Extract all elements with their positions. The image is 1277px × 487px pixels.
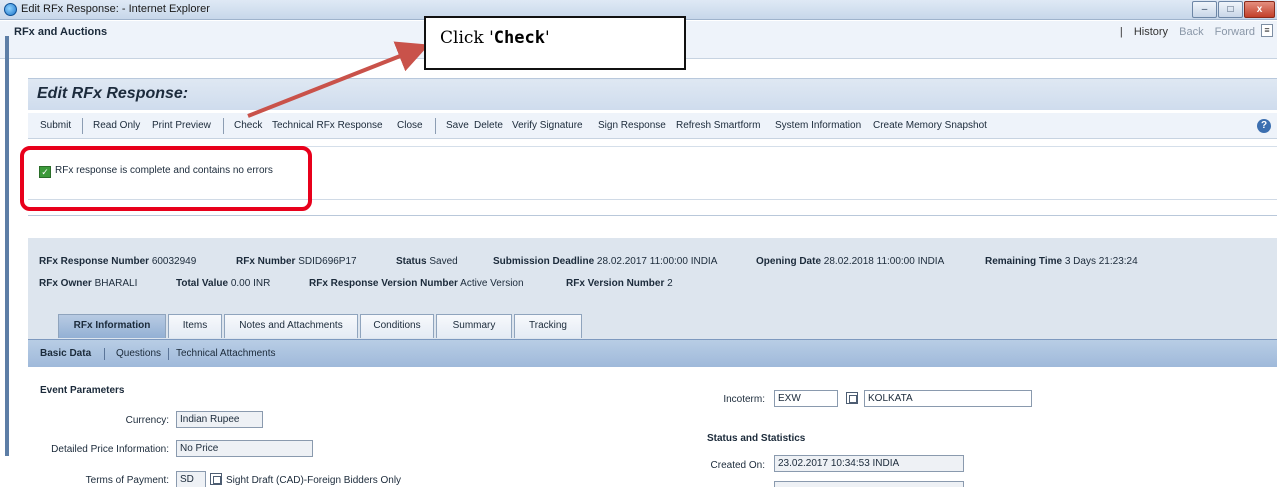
callout-text: Click 'Check' — [440, 28, 550, 48]
terms-of-payment-label: Terms of Payment: — [85, 475, 169, 486]
opening-date-label: Opening Date — [756, 256, 822, 267]
incoterm-label: Incoterm: — [723, 394, 765, 405]
internet-explorer-icon — [4, 3, 17, 16]
owner-info: RFx Owner BHARALI — [39, 278, 137, 289]
system-information-button[interactable]: System Information — [775, 120, 861, 131]
technical-rfx-response-button[interactable]: Technical RFx Response — [272, 120, 383, 131]
close-window-button[interactable]: x — [1244, 1, 1275, 18]
total-value-info: Total Value 0.00 INR — [176, 278, 270, 289]
remaining-time-label: Remaining Time — [985, 256, 1063, 267]
toolbar: Submit Read Only Print Preview Check Tec… — [28, 113, 1277, 139]
response-number-label: RFx Response Number — [39, 256, 150, 267]
message-highlight-outline — [20, 146, 312, 211]
page-title: Edit RFx Response: — [37, 85, 189, 102]
check-button[interactable]: Check — [234, 120, 262, 131]
version-number-label: RFx Response Version Number — [309, 278, 458, 289]
incoterm-field[interactable]: EXW — [774, 390, 838, 407]
submit-button[interactable]: Submit — [40, 120, 71, 131]
help-icon[interactable]: ? — [1257, 119, 1271, 133]
tab-tracking[interactable]: Tracking — [514, 314, 582, 338]
subtab-questions[interactable]: Questions — [116, 348, 161, 359]
rfx-version-value: 2 — [667, 278, 673, 289]
response-header-info — [28, 238, 1277, 300]
basic-data-form — [28, 370, 1277, 487]
subtab-technical-attachments[interactable]: Technical Attachments — [176, 348, 276, 359]
subtab-separator — [104, 348, 105, 360]
currency-field[interactable]: Indian Rupee — [176, 411, 263, 428]
tab-items[interactable]: Items — [168, 314, 222, 338]
submission-deadline-value: 28.02.2017 11:00:00 INDIA — [596, 256, 718, 267]
callout-emphasis: Check — [493, 28, 545, 48]
maximize-button[interactable]: □ — [1218, 1, 1243, 18]
delete-button[interactable]: Delete — [474, 120, 503, 131]
left-edge-marker — [5, 36, 9, 456]
event-parameters-heading: Event Parameters — [40, 385, 125, 396]
sign-response-button[interactable]: Sign Response — [598, 120, 666, 131]
tab-conditions[interactable]: Conditions — [360, 314, 434, 338]
submission-deadline-info: Submission Deadline 28.02.2017 11:00:00 … — [493, 256, 717, 267]
page-title-band: Edit RFx Response: — [28, 78, 1277, 110]
window-title: Edit RFx Response: - Internet Explorer — [21, 3, 210, 15]
rfx-version-info: RFx Version Number 2 — [566, 278, 673, 289]
tab-summary[interactable]: Summary — [436, 314, 512, 338]
print-preview-button[interactable]: Print Preview — [152, 120, 211, 131]
created-on-label: Created On: — [710, 460, 765, 471]
terms-of-payment-text: Sight Draft (CAD)-Foreign Bidders Only — [226, 475, 402, 486]
tab-rfx-information[interactable]: RFx Information — [58, 314, 166, 338]
nav-separator: | — [1119, 26, 1123, 38]
app-title: RFx and Auctions — [14, 26, 108, 38]
menu-icon[interactable]: ≡ — [1261, 24, 1273, 37]
toolbar-separator — [82, 118, 83, 134]
owner-label: RFx Owner — [39, 278, 92, 289]
value-help-icon[interactable] — [210, 473, 222, 485]
history-nav: | History Back Forward — [1112, 26, 1255, 38]
subtab-separator — [168, 348, 169, 360]
close-button[interactable]: Close — [397, 120, 423, 131]
currency-label: Currency: — [125, 415, 169, 426]
rfx-version-label: RFx Version Number — [566, 278, 665, 289]
status-label: Status — [396, 256, 427, 267]
version-number-value: Active Version — [460, 278, 524, 289]
incoterm-location-field[interactable]: KOLKATA — [864, 390, 1032, 407]
refresh-smartform-button[interactable]: Refresh Smartform — [676, 120, 760, 131]
rfx-number-value: SDID696P17 — [298, 256, 357, 267]
response-number-value: 60032949 — [151, 256, 197, 267]
clipped-field[interactable] — [774, 481, 964, 487]
forward-link[interactable]: Forward — [1215, 26, 1255, 38]
remaining-time-value: 3 Days 21:23:24 — [1064, 256, 1138, 267]
created-on-field[interactable]: 23.02.2017 10:34:53 INDIA — [774, 455, 964, 472]
save-button[interactable]: Save — [446, 120, 469, 131]
response-number-info: RFx Response Number 60032949 — [39, 256, 196, 267]
back-link[interactable]: Back — [1179, 26, 1203, 38]
total-value-value: 0.00 INR — [230, 278, 271, 289]
opening-date-info: Opening Date 28.02.2018 11:00:00 INDIA — [756, 256, 944, 267]
toolbar-separator — [223, 118, 224, 134]
total-value-label: Total Value — [176, 278, 229, 289]
owner-value: BHARALI — [94, 278, 138, 289]
rfx-number-label: RFx Number — [236, 256, 296, 267]
read-only-button[interactable]: Read Only — [93, 120, 140, 131]
status-and-statistics-heading: Status and Statistics — [707, 433, 806, 444]
subtab-basic-data[interactable]: Basic Data — [40, 348, 91, 359]
verify-signature-button[interactable]: Verify Signature — [512, 120, 583, 131]
opening-date-value: 28.02.2018 11:00:00 INDIA — [823, 256, 945, 267]
minimize-button[interactable]: – — [1192, 1, 1217, 18]
detailed-price-label: Detailed Price Information: — [51, 444, 169, 455]
tab-notes-and-attachments[interactable]: Notes and Attachments — [224, 314, 358, 338]
rfx-number-info: RFx Number SDID696P17 — [236, 256, 357, 267]
create-memory-snapshot-button[interactable]: Create Memory Snapshot — [873, 120, 987, 131]
status-info: Status Saved — [396, 256, 458, 267]
version-number-info: RFx Response Version Number Active Versi… — [309, 278, 524, 289]
instruction-callout: Click 'Check' — [424, 16, 686, 70]
submission-deadline-label: Submission Deadline — [493, 256, 595, 267]
terms-of-payment-field[interactable]: SD — [176, 471, 206, 487]
value-help-icon[interactable] — [846, 392, 858, 404]
status-value: Saved — [429, 256, 458, 267]
history-link[interactable]: History — [1134, 26, 1168, 38]
toolbar-separator — [435, 118, 436, 134]
detailed-price-field[interactable]: No Price — [176, 440, 313, 457]
callout-suffix: ' — [544, 28, 550, 48]
callout-prefix: Click ' — [440, 28, 494, 48]
remaining-time-info: Remaining Time 3 Days 21:23:24 — [985, 256, 1138, 267]
